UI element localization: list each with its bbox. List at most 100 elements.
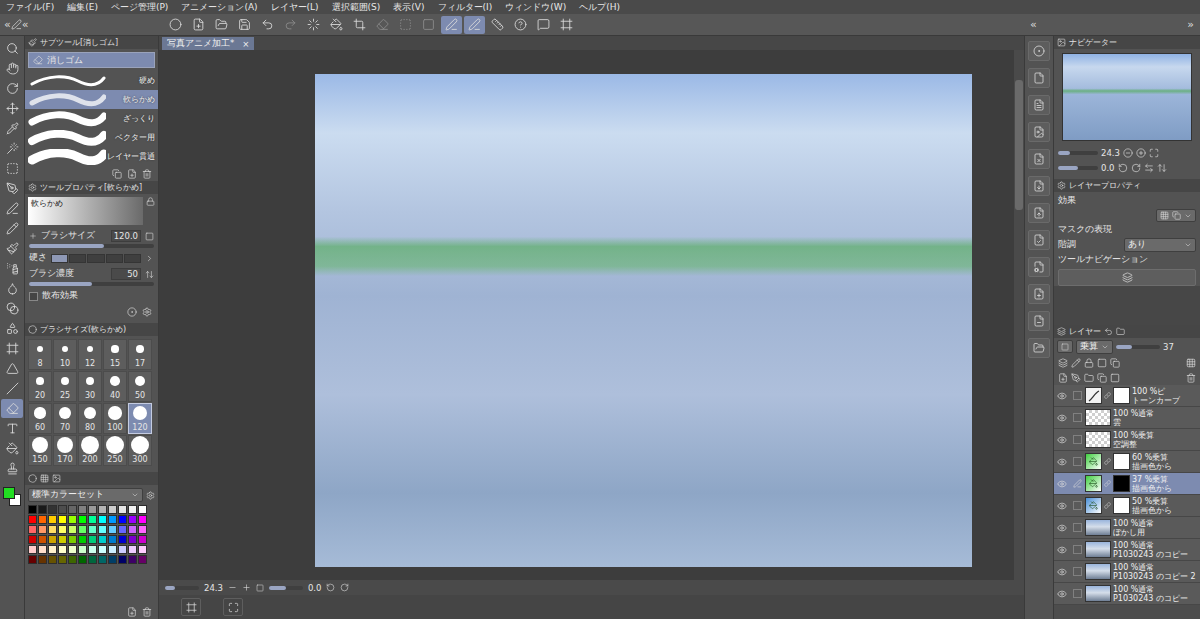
density-slider[interactable] <box>29 282 154 286</box>
brush-size-cell[interactable]: 25 <box>53 371 77 402</box>
color-swatch[interactable] <box>58 505 67 514</box>
tool-button[interactable] <box>1 99 23 118</box>
hand-icon[interactable] <box>6 62 19 75</box>
effect-icon[interactable] <box>1160 211 1169 220</box>
color-swatch[interactable] <box>98 525 107 534</box>
save-icon[interactable] <box>238 18 251 31</box>
color-swatch[interactable] <box>28 545 37 554</box>
file-command-icon[interactable] <box>1033 99 1045 111</box>
brush-item[interactable]: レイヤー貫通 <box>25 147 158 166</box>
color-swatch[interactable] <box>38 525 47 534</box>
toolbar-button[interactable] <box>441 16 462 34</box>
brush-size-cell[interactable]: 60 <box>28 403 52 434</box>
zoom-out-icon[interactable] <box>228 583 237 592</box>
angle-value[interactable]: 0.0 <box>308 583 322 593</box>
visibility-toggle[interactable] <box>1054 413 1069 423</box>
mask-thumbnail[interactable] <box>1113 497 1130 514</box>
tool-navigation-button[interactable] <box>1058 269 1196 286</box>
draw-mode-icon[interactable] <box>445 18 458 31</box>
fill-icon[interactable] <box>6 442 19 455</box>
hardness-bar[interactable] <box>51 254 141 263</box>
collapse-button[interactable]: « <box>1030 19 1037 30</box>
file-command-icon[interactable] <box>1033 153 1045 165</box>
help-icon[interactable] <box>514 18 527 31</box>
color-swatch[interactable] <box>128 535 137 544</box>
menu-item[interactable]: アニメーション(A) <box>181 1 257 14</box>
eye-icon[interactable] <box>1057 589 1067 599</box>
tool-button[interactable] <box>1 119 23 138</box>
brush-size-cell[interactable]: 20 <box>28 371 52 402</box>
toolbar-button[interactable] <box>418 16 439 34</box>
layer-color-icon[interactable] <box>1061 343 1069 351</box>
color-swatch[interactable] <box>68 545 77 554</box>
visibility-toggle[interactable] <box>1054 545 1069 555</box>
visibility-toggle[interactable] <box>1054 523 1069 533</box>
toolbar-button[interactable] <box>234 16 255 34</box>
blend-icon[interactable] <box>6 282 19 295</box>
layer-name[interactable]: ぼかし用 <box>1113 528 1154 537</box>
vertical-scrollbar[interactable] <box>1014 50 1024 580</box>
toolbar-button[interactable] <box>165 16 186 34</box>
color-swatch[interactable] <box>28 535 37 544</box>
color-swatch[interactable] <box>68 535 77 544</box>
eraser-icon[interactable] <box>6 402 19 415</box>
toolbar-button[interactable] <box>372 16 393 34</box>
toolbar-button[interactable] <box>280 16 301 34</box>
pressure-icon[interactable] <box>145 232 154 241</box>
color-swatch[interactable] <box>98 555 107 564</box>
color-swatch[interactable] <box>28 515 37 524</box>
subtool-icon[interactable] <box>28 38 37 47</box>
effect-copy-icon[interactable] <box>1172 211 1181 220</box>
zoom-value[interactable]: 24.3 <box>204 583 223 593</box>
color-swatch[interactable] <box>138 505 147 514</box>
color-swatch[interactable] <box>98 505 107 514</box>
brush-size-cell[interactable]: 120 <box>128 403 152 434</box>
color-swatch[interactable] <box>88 515 97 524</box>
layer-name[interactable]: P1030243 のコピー <box>1113 594 1188 603</box>
color-swatch[interactable] <box>48 515 57 524</box>
layer-name[interactable]: 描画色から <box>1132 484 1172 493</box>
page-list-button[interactable] <box>181 598 201 616</box>
file-command-icon[interactable] <box>1033 207 1045 219</box>
flip-vertical-icon[interactable] <box>1157 163 1167 173</box>
line-pen-icon[interactable] <box>6 202 19 215</box>
clear-icon[interactable] <box>376 18 389 31</box>
angle-slider[interactable] <box>269 586 303 590</box>
color-swatch[interactable] <box>138 525 147 534</box>
hardness-row[interactable]: 硬さ <box>25 250 158 266</box>
eye-icon[interactable] <box>1057 567 1067 577</box>
visibility-toggle[interactable] <box>1054 479 1069 489</box>
frame-icon[interactable] <box>6 342 19 355</box>
color-swatch[interactable] <box>68 505 77 514</box>
color-swatch[interactable] <box>128 505 137 514</box>
new-raster-layer-icon[interactable] <box>1058 373 1068 383</box>
color-swatch[interactable] <box>128 525 137 534</box>
new-vector-layer-icon[interactable] <box>1071 373 1081 383</box>
brush-item[interactable]: 硬め <box>25 71 158 90</box>
brush-size-cell[interactable]: 15 <box>103 339 127 370</box>
fill-icon[interactable] <box>330 18 343 31</box>
chevron-down-icon[interactable] <box>1184 212 1192 220</box>
message-icon[interactable] <box>537 18 550 31</box>
brush-size-cell[interactable]: 10 <box>53 339 77 370</box>
file-command-icon[interactable] <box>1033 288 1045 300</box>
density-row[interactable]: ブラシ濃度50 <box>25 266 158 288</box>
pencil-icon[interactable] <box>6 222 19 235</box>
rotate-left-icon[interactable] <box>1118 163 1128 173</box>
invert-icon[interactable] <box>422 18 435 31</box>
color-swatch[interactable] <box>78 505 87 514</box>
eye-icon[interactable] <box>1057 457 1067 467</box>
navigator-zoom-value[interactable]: 24.3 <box>1101 148 1120 158</box>
command-button[interactable] <box>1028 149 1050 169</box>
expand-icon[interactable] <box>29 232 37 240</box>
toolbar-button[interactable] <box>257 16 278 34</box>
command-button[interactable] <box>1028 311 1050 331</box>
tool-button[interactable] <box>1 319 23 338</box>
color-swatch[interactable] <box>48 525 57 534</box>
color-swatch[interactable] <box>88 545 97 554</box>
chevron-down-icon[interactable] <box>1184 241 1192 249</box>
eye-icon[interactable] <box>1057 413 1067 423</box>
color-swatch[interactable] <box>108 535 117 544</box>
flip-horizontal-icon[interactable] <box>1144 163 1154 173</box>
clip-icon[interactable] <box>1097 358 1107 368</box>
